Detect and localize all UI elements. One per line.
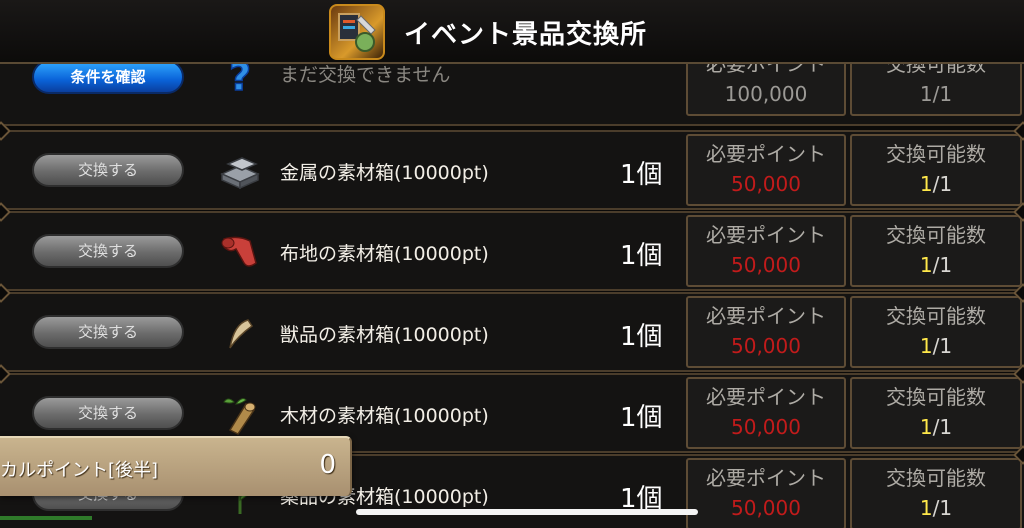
metal-ingot-icon bbox=[218, 152, 262, 192]
event-points-value: 0 bbox=[319, 450, 336, 480]
points-required-label: 必要ポイント bbox=[706, 385, 826, 409]
fang-icon bbox=[218, 314, 262, 354]
item-name: 獣品の素材箱(10000pt) bbox=[280, 324, 489, 346]
check-conditions-button[interactable]: 条件を確認 bbox=[32, 64, 184, 94]
points-required-cell: 必要ポイント 50,000 bbox=[686, 215, 846, 287]
points-required-label: 必要ポイント bbox=[706, 466, 826, 490]
cloth-icon bbox=[218, 233, 262, 273]
green-edge-strip bbox=[0, 516, 92, 520]
points-required-label: 必要ポイント bbox=[706, 304, 826, 328]
exchange-button[interactable]: 交換する bbox=[32, 315, 184, 349]
points-required-value: 50,000 bbox=[731, 496, 801, 520]
points-required-label: 必要ポイント bbox=[706, 223, 826, 247]
points-required-cell: 必要ポイント 50,000 bbox=[686, 458, 846, 528]
app-header: イベント景品交換所 bbox=[0, 0, 1024, 64]
points-required-label: 必要ポイント bbox=[706, 64, 826, 76]
exchange-count-value: 1/1 bbox=[852, 334, 1020, 358]
question-mark-icon: ? bbox=[218, 64, 262, 96]
exchange-count-label: 交換可能数 bbox=[886, 223, 986, 247]
points-required-value: 50,000 bbox=[731, 253, 801, 277]
exchange-count-current: 1 bbox=[919, 172, 933, 196]
item-name: まだ交換できません bbox=[280, 64, 451, 86]
points-required-value: 100,000 bbox=[724, 82, 808, 106]
points-required-cell: 必要ポイント 50,000 bbox=[686, 296, 846, 368]
exchange-count-label: 交換可能数 bbox=[886, 466, 986, 490]
exchange-count-cell: 交換可能数 1/1 bbox=[850, 296, 1022, 368]
item-quantity: 1個 bbox=[620, 403, 663, 433]
points-required-cell: 必要ポイント 100,000 bbox=[686, 64, 846, 116]
exchange-count-label: 交換可能数 bbox=[886, 385, 986, 409]
exchange-count-cell: 交換可能数 1/1 bbox=[850, 377, 1022, 449]
points-required-cell: 必要ポイント 50,000 bbox=[686, 134, 846, 206]
exchange-count-total: /1 bbox=[932, 334, 953, 358]
points-required-value: 50,000 bbox=[731, 334, 801, 358]
event-points-panel: カルポイント[後半] 0 bbox=[0, 436, 352, 496]
exchange-count-value: 1/1 bbox=[852, 253, 1020, 277]
exchange-count-current: 1 bbox=[919, 496, 933, 520]
exchange-button[interactable]: 交換する bbox=[32, 234, 184, 268]
wood-log-icon bbox=[218, 395, 262, 435]
exchange-count-total: /1 bbox=[932, 253, 953, 277]
item-name: 布地の素材箱(10000pt) bbox=[280, 243, 489, 265]
exchange-count-value: 1/1 bbox=[852, 415, 1020, 439]
svg-text:?: ? bbox=[229, 64, 251, 96]
exchange-count-current: 1 bbox=[919, 253, 933, 277]
reward-row: 条件を確認 ? まだ交換できません 必要ポイント 100,000 交換可能数 1… bbox=[0, 64, 1024, 126]
item-name: 金属の素材箱(10000pt) bbox=[280, 162, 489, 184]
exchange-count-label: 交換可能数 bbox=[886, 64, 986, 76]
exchange-count-label: 交換可能数 bbox=[886, 142, 986, 166]
home-indicator[interactable] bbox=[356, 509, 698, 515]
reward-row: 交換する 金属の素材箱(10000pt) 1個 必要ポイント 50,000 交換… bbox=[0, 130, 1024, 210]
exchange-button[interactable]: 交換する bbox=[32, 396, 184, 430]
points-required-value: 50,000 bbox=[731, 172, 801, 196]
item-quantity: 1個 bbox=[620, 241, 663, 271]
exchange-count-total: /1 bbox=[932, 496, 953, 520]
points-required-value: 50,000 bbox=[731, 415, 801, 439]
item-name: 木材の素材箱(10000pt) bbox=[280, 405, 489, 427]
event-shop-emblem-icon bbox=[329, 4, 385, 60]
exchange-count-cell: 交換可能数 1/1 bbox=[850, 458, 1022, 528]
exchange-count-value: 1/1 bbox=[919, 82, 953, 106]
reward-row: 交換する 布地の素材箱(10000pt) 1個 必要ポイント 50,000 交換… bbox=[0, 211, 1024, 291]
points-required-cell: 必要ポイント 50,000 bbox=[686, 377, 846, 449]
exchange-count-value: 1/1 bbox=[852, 496, 1020, 520]
page-title: イベント景品交換所 bbox=[404, 20, 648, 50]
exchange-count-total: /1 bbox=[932, 415, 953, 439]
exchange-count-value: 1/1 bbox=[852, 172, 1020, 196]
exchange-count-current: 1 bbox=[919, 415, 933, 439]
exchange-count-cell: 交換可能数 1/1 bbox=[850, 215, 1022, 287]
exchange-button[interactable]: 交換する bbox=[32, 153, 184, 187]
points-required-label: 必要ポイント bbox=[706, 142, 826, 166]
reward-row: 交換する 獣品の素材箱(10000pt) 1個 必要ポイント 50,000 交換… bbox=[0, 292, 1024, 372]
exchange-count-cell: 交換可能数 1/1 bbox=[850, 134, 1022, 206]
exchange-count-current: 1 bbox=[919, 334, 933, 358]
exchange-count-total: /1 bbox=[932, 172, 953, 196]
item-quantity: 1個 bbox=[620, 160, 663, 190]
event-points-label: カルポイント[後半] bbox=[0, 460, 159, 481]
item-quantity: 1個 bbox=[620, 322, 663, 352]
exchange-count-cell: 交換可能数 1/1 bbox=[850, 64, 1022, 116]
exchange-count-label: 交換可能数 bbox=[886, 304, 986, 328]
